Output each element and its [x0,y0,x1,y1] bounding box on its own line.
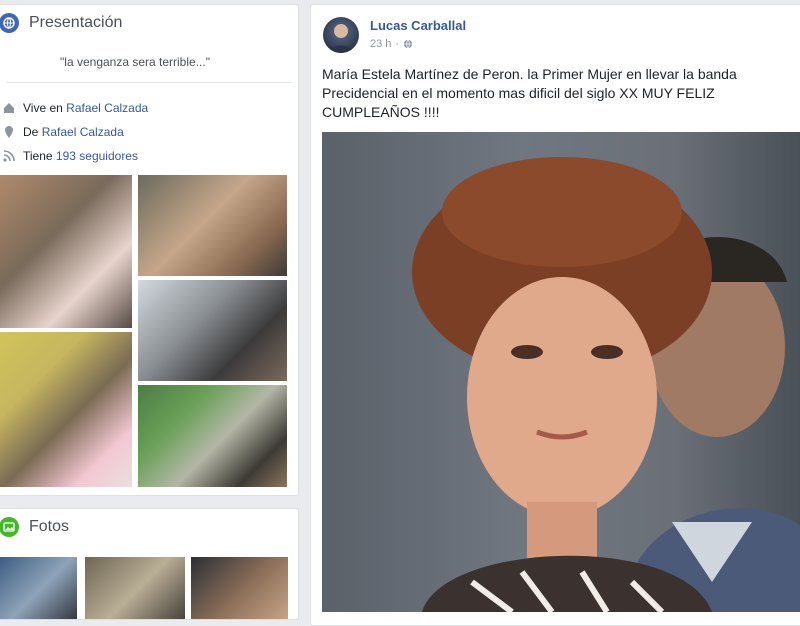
post-card: Lucas Carballal 23 h · María Estela Mart… [310,4,800,626]
audience-globe-icon[interactable] [403,39,413,49]
featured-photo-2[interactable] [138,175,287,276]
home-icon [4,103,14,113]
featured-photo-4[interactable] [0,332,132,487]
author-name[interactable]: Lucas Carballal [370,18,466,33]
lives-in-prefix: Vive en [23,101,63,115]
post-meta: 23 h · [370,38,413,50]
intro-header: Presentación [0,13,122,33]
photos-card: Fotos [0,508,299,620]
followers-link[interactable]: 193 seguidores [56,149,138,163]
photo-thumb-2[interactable] [85,557,185,619]
divider [7,82,292,83]
followers-prefix: Tiene [23,149,53,163]
followers-row: Tiene 193 seguidores [3,149,138,163]
lives-in-link[interactable]: Rafael Calzada [66,101,148,115]
featured-photo-1[interactable] [0,175,132,328]
featured-photo-3[interactable] [138,280,287,381]
photo-thumb-1[interactable] [0,557,77,619]
photo-thumb-3[interactable] [191,557,288,619]
location-pin-icon [5,126,13,138]
featured-photo-5[interactable] [138,385,287,487]
post-timestamp[interactable]: 23 h [370,38,391,50]
from-link[interactable]: Rafael Calzada [42,125,124,139]
photos-title[interactable]: Fotos [29,518,69,536]
post-text: María Estela Martínez de Peron. la Prime… [322,66,737,120]
post-photo[interactable] [322,132,800,612]
photos-icon [0,517,19,537]
post-photo-illustration [412,157,800,612]
from-prefix: De [23,125,39,139]
globe-icon [0,13,19,33]
from-row: De Rafael Calzada [3,125,124,139]
lives-in-row: Vive en Rafael Calzada [3,101,148,115]
intro-title: Presentación [29,14,123,31]
photos-header: Fotos [0,517,69,537]
intro-card: Presentación "la venganza sera terrible.… [0,4,299,496]
bio-quote: "la venganza sera terrible..." [60,55,210,69]
rss-icon [3,150,15,162]
author-avatar[interactable] [323,17,359,53]
